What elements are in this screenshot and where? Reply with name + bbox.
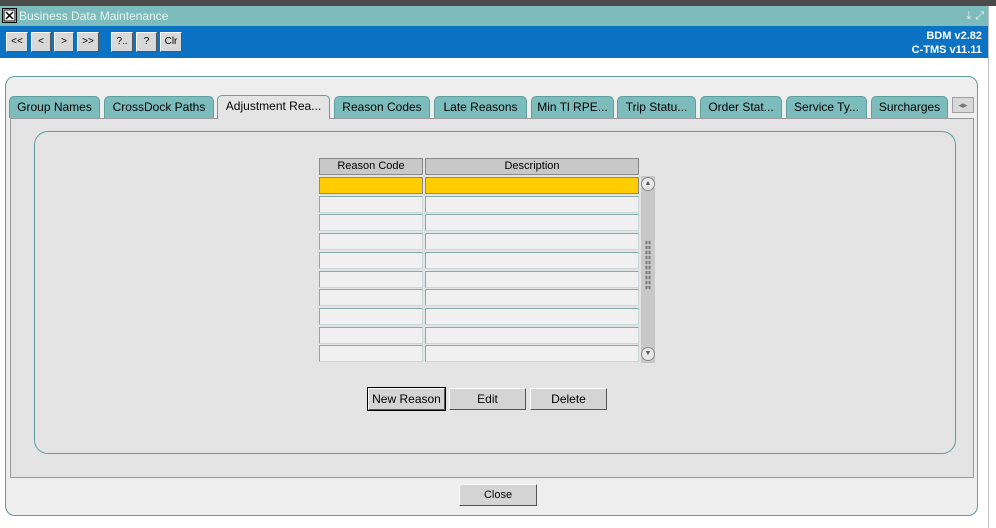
ctms-version: C-TMS v11.11 (911, 44, 982, 56)
description-cell[interactable] (425, 271, 639, 288)
column-header-description: Description (425, 158, 639, 175)
clear-button[interactable]: Clr (160, 32, 182, 52)
new-reason-button[interactable]: New Reason (367, 387, 446, 411)
tab-min-tl-rpe[interactable]: Min Tl RPE... (531, 96, 614, 118)
scroll-up-icon[interactable]: ▲ (641, 177, 655, 191)
reason-code-cell[interactable] (319, 214, 423, 231)
window-right-edge (988, 6, 996, 528)
first-record-button[interactable]: << (6, 32, 28, 52)
reason-code-cell[interactable] (319, 271, 423, 288)
next-record-button[interactable]: > (54, 32, 74, 52)
scroll-grip-icon[interactable] (645, 240, 651, 290)
tab-reason-codes[interactable]: Reason Codes (334, 96, 430, 118)
query-help-button[interactable]: ?.. (111, 32, 133, 52)
tab-service-types[interactable]: Service Ty... (786, 96, 867, 118)
close-button[interactable]: Close (459, 484, 537, 506)
reason-code-cell[interactable] (319, 233, 423, 250)
bdm-version: BDM v2.82 (926, 30, 982, 42)
tab-crossdock-paths[interactable]: CrossDock Paths (104, 96, 214, 118)
description-cell[interactable] (425, 196, 639, 213)
reason-code-cell[interactable] (319, 177, 423, 194)
description-cell[interactable] (425, 289, 639, 306)
delete-button[interactable]: Delete (530, 388, 607, 410)
tab-late-reasons[interactable]: Late Reasons (434, 96, 527, 118)
reason-code-cell[interactable] (319, 196, 423, 213)
tab-surcharges[interactable]: Surcharges (871, 96, 948, 118)
minimize-icon[interactable]: ⤓ (966, 9, 971, 23)
toolbar: << < > >> ?.. ? Clr BDM v2.82 C-TMS v11.… (0, 26, 990, 58)
window-title: Business Data Maintenance (19, 9, 169, 23)
reason-code-cell[interactable] (319, 252, 423, 269)
tab-group-names[interactable]: Group Names (9, 96, 100, 118)
tab-order-status[interactable]: Order Stat... (700, 96, 782, 118)
column-header-reason-code: Reason Code (319, 158, 423, 175)
description-cell[interactable] (425, 233, 639, 250)
last-record-button[interactable]: >> (77, 32, 99, 52)
window-title-bar[interactable]: Business Data Maintenance ⤓ ⤢ (0, 6, 990, 26)
reason-code-cell[interactable] (319, 308, 423, 325)
tab-scroll-arrows-icon[interactable]: ◂▸ (952, 97, 974, 113)
reason-code-cell[interactable] (319, 345, 423, 362)
app-icon (2, 8, 17, 23)
description-cell[interactable] (425, 214, 639, 231)
grid-vertical-scrollbar[interactable]: ▲ ▼ (641, 176, 655, 363)
tab-adjustment-reasons[interactable]: Adjustment Rea... (217, 95, 330, 119)
restore-icon[interactable]: ⤢ (975, 9, 984, 23)
description-cell[interactable] (425, 345, 639, 362)
description-cell[interactable] (425, 308, 639, 325)
previous-record-button[interactable]: < (31, 32, 51, 52)
scroll-down-icon[interactable]: ▼ (641, 347, 655, 361)
tab-trip-status[interactable]: Trip Statu... (617, 96, 696, 118)
description-cell[interactable] (425, 177, 639, 194)
edit-button[interactable]: Edit (449, 388, 526, 410)
description-cell[interactable] (425, 327, 639, 344)
description-cell[interactable] (425, 252, 639, 269)
reason-code-cell[interactable] (319, 327, 423, 344)
help-button[interactable]: ? (136, 32, 157, 52)
reason-code-cell[interactable] (319, 289, 423, 306)
